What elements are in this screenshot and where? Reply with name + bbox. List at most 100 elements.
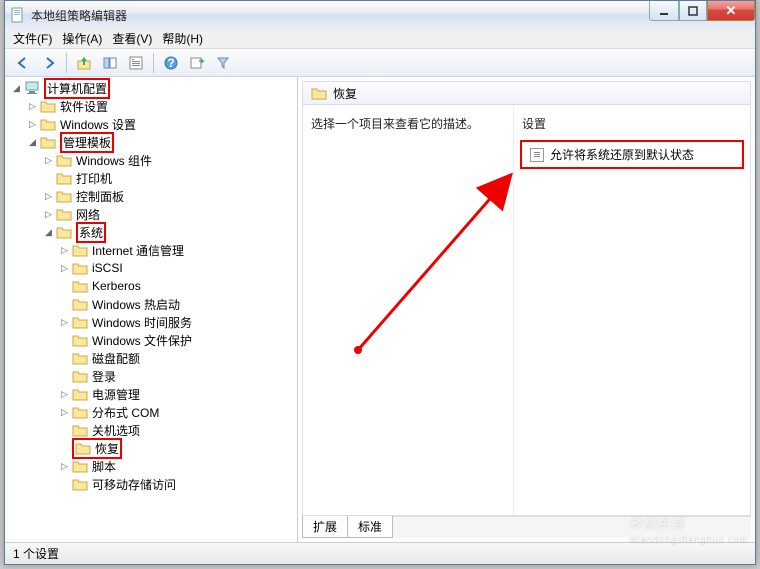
tab-extended[interactable]: 扩展 <box>302 516 348 538</box>
tab-strip: 扩展 标准 <box>302 516 751 538</box>
folder-icon <box>72 477 88 491</box>
show-hide-tree-button[interactable] <box>98 52 122 74</box>
tree-item[interactable]: iSCSI <box>92 261 123 275</box>
tree-item[interactable]: 打印机 <box>76 170 112 187</box>
up-level-button[interactable] <box>72 52 96 74</box>
help-button[interactable]: ? <box>159 52 183 74</box>
back-button[interactable] <box>11 52 35 74</box>
tree-item[interactable]: Windows 设置 <box>60 116 136 133</box>
folder-icon <box>311 86 327 100</box>
properties-button[interactable] <box>124 52 148 74</box>
folder-icon <box>72 369 88 383</box>
toolbar: ? <box>5 49 755 77</box>
folder-icon <box>56 225 72 239</box>
folder-icon <box>56 207 72 221</box>
tree-item[interactable]: 电源管理 <box>92 386 140 403</box>
computer-icon <box>24 81 40 95</box>
tree-item[interactable]: Internet 通信管理 <box>92 242 184 259</box>
expand-icon[interactable]: ▷ <box>27 119 38 130</box>
setting-item[interactable]: 允许将系统还原到默认状态 <box>520 140 744 169</box>
setting-label: 允许将系统还原到默认状态 <box>550 146 694 163</box>
body-area: ◢ 计算机配置 ▷ 软件设置 ▷ Windows 设置 ◢ 管理模板 ▷ Windows … <box>5 77 755 542</box>
tree-item[interactable]: 关机选项 <box>92 422 140 439</box>
menubar: 文件(F) 操作(A) 查看(V) 帮助(H) <box>5 29 755 49</box>
folder-icon <box>72 387 88 401</box>
statusbar: 1 个设置 <box>5 542 755 564</box>
menu-view[interactable]: 查看(V) <box>112 30 152 47</box>
tree-item[interactable]: Windows 时间服务 <box>92 314 192 331</box>
expand-icon[interactable]: ▷ <box>27 101 38 112</box>
window-title: 本地组策略编辑器 <box>31 7 127 24</box>
maximize-button[interactable] <box>679 1 707 21</box>
folder-icon <box>56 153 72 167</box>
tree-item-admin-templates[interactable]: 管理模板 <box>60 132 114 153</box>
tree-item[interactable]: Windows 热启动 <box>92 296 180 313</box>
filter-button[interactable] <box>211 52 235 74</box>
expand-icon[interactable]: ▷ <box>43 209 54 220</box>
details-header: 恢复 <box>302 81 751 105</box>
tree-item[interactable]: 分布式 COM <box>92 404 159 421</box>
tree-item[interactable]: 磁盘配额 <box>92 350 140 367</box>
tree-item-recovery[interactable]: 恢复 <box>95 440 119 457</box>
document-icon <box>11 7 25 23</box>
folder-icon <box>72 333 88 347</box>
tree-item[interactable]: 可移动存储访问 <box>92 476 176 493</box>
expand-icon[interactable]: ▷ <box>59 461 70 472</box>
settings-header: 设置 <box>514 105 750 138</box>
forward-button[interactable] <box>37 52 61 74</box>
expand-icon[interactable]: ▷ <box>59 389 70 400</box>
policy-icon <box>530 148 544 162</box>
tree-pane[interactable]: ◢ 计算机配置 ▷ 软件设置 ▷ Windows 设置 ◢ 管理模板 ▷ Windows … <box>5 77 298 542</box>
svg-text:?: ? <box>167 56 174 70</box>
expand-icon[interactable]: ▷ <box>43 191 54 202</box>
folder-icon <box>72 261 88 275</box>
tree-item[interactable]: Windows 文件保护 <box>92 332 192 349</box>
tree-item[interactable]: Kerberos <box>92 279 141 293</box>
tree-item[interactable]: Windows 组件 <box>76 152 152 169</box>
tree-item[interactable]: 网络 <box>76 206 100 223</box>
tree: ◢ 计算机配置 ▷ 软件设置 ▷ Windows 设置 ◢ 管理模板 ▷ Windows … <box>5 79 297 493</box>
expand-icon[interactable]: ▷ <box>59 245 70 256</box>
collapse-icon[interactable]: ◢ <box>43 227 54 238</box>
expand-icon[interactable]: ▷ <box>43 155 54 166</box>
status-text: 1 个设置 <box>13 545 59 562</box>
collapse-icon[interactable]: ◢ <box>27 137 38 148</box>
close-button[interactable]: ✕ <box>707 1 755 21</box>
titlebar[interactable]: 本地组策略编辑器 ✕ <box>5 1 755 29</box>
export-button[interactable] <box>185 52 209 74</box>
details-content: 选择一个项目来查看它的描述。 设置 允许将系统还原到默认状态 <box>302 105 751 516</box>
description-text: 选择一个项目来查看它的描述。 <box>311 115 505 132</box>
expand-icon[interactable]: ▷ <box>59 263 70 274</box>
expand-icon[interactable]: ▷ <box>59 407 70 418</box>
menu-file[interactable]: 文件(F) <box>13 30 52 47</box>
tree-item[interactable]: 控制面板 <box>76 188 124 205</box>
description-column: 选择一个项目来查看它的描述。 <box>303 105 513 515</box>
folder-icon <box>56 171 72 185</box>
expand-icon[interactable]: ▷ <box>59 317 70 328</box>
minimize-button[interactable] <box>649 1 679 21</box>
folder-icon <box>72 315 88 329</box>
menu-help[interactable]: 帮助(H) <box>162 30 203 47</box>
folder-icon <box>40 117 56 131</box>
folder-icon <box>40 99 56 113</box>
tree-item[interactable]: 脚本 <box>92 458 116 475</box>
tree-root[interactable]: 计算机配置 <box>44 78 110 99</box>
collapse-icon[interactable]: ◢ <box>11 83 22 94</box>
menu-action[interactable]: 操作(A) <box>62 30 102 47</box>
tree-item[interactable]: 登录 <box>92 368 116 385</box>
tree-item-system[interactable]: 系统 <box>76 222 106 243</box>
folder-icon <box>72 459 88 473</box>
right-pane: 恢复 选择一个项目来查看它的描述。 设置 允许将系统还原到默认状态 <box>298 77 755 542</box>
tree-item[interactable]: 软件设置 <box>60 98 108 115</box>
folder-icon <box>56 189 72 203</box>
window-controls: ✕ <box>649 1 755 21</box>
app-window: 本地组策略编辑器 ✕ 文件(F) 操作(A) 查看(V) 帮助(H) ? ◢ 计算… <box>4 0 756 565</box>
folder-icon <box>72 279 88 293</box>
tab-standard[interactable]: 标准 <box>347 516 393 538</box>
folder-icon <box>75 441 91 455</box>
folder-icon <box>72 297 88 311</box>
folder-icon <box>72 243 88 257</box>
settings-column: 设置 允许将系统还原到默认状态 <box>513 105 750 515</box>
folder-icon <box>40 135 56 149</box>
folder-icon <box>72 423 88 437</box>
